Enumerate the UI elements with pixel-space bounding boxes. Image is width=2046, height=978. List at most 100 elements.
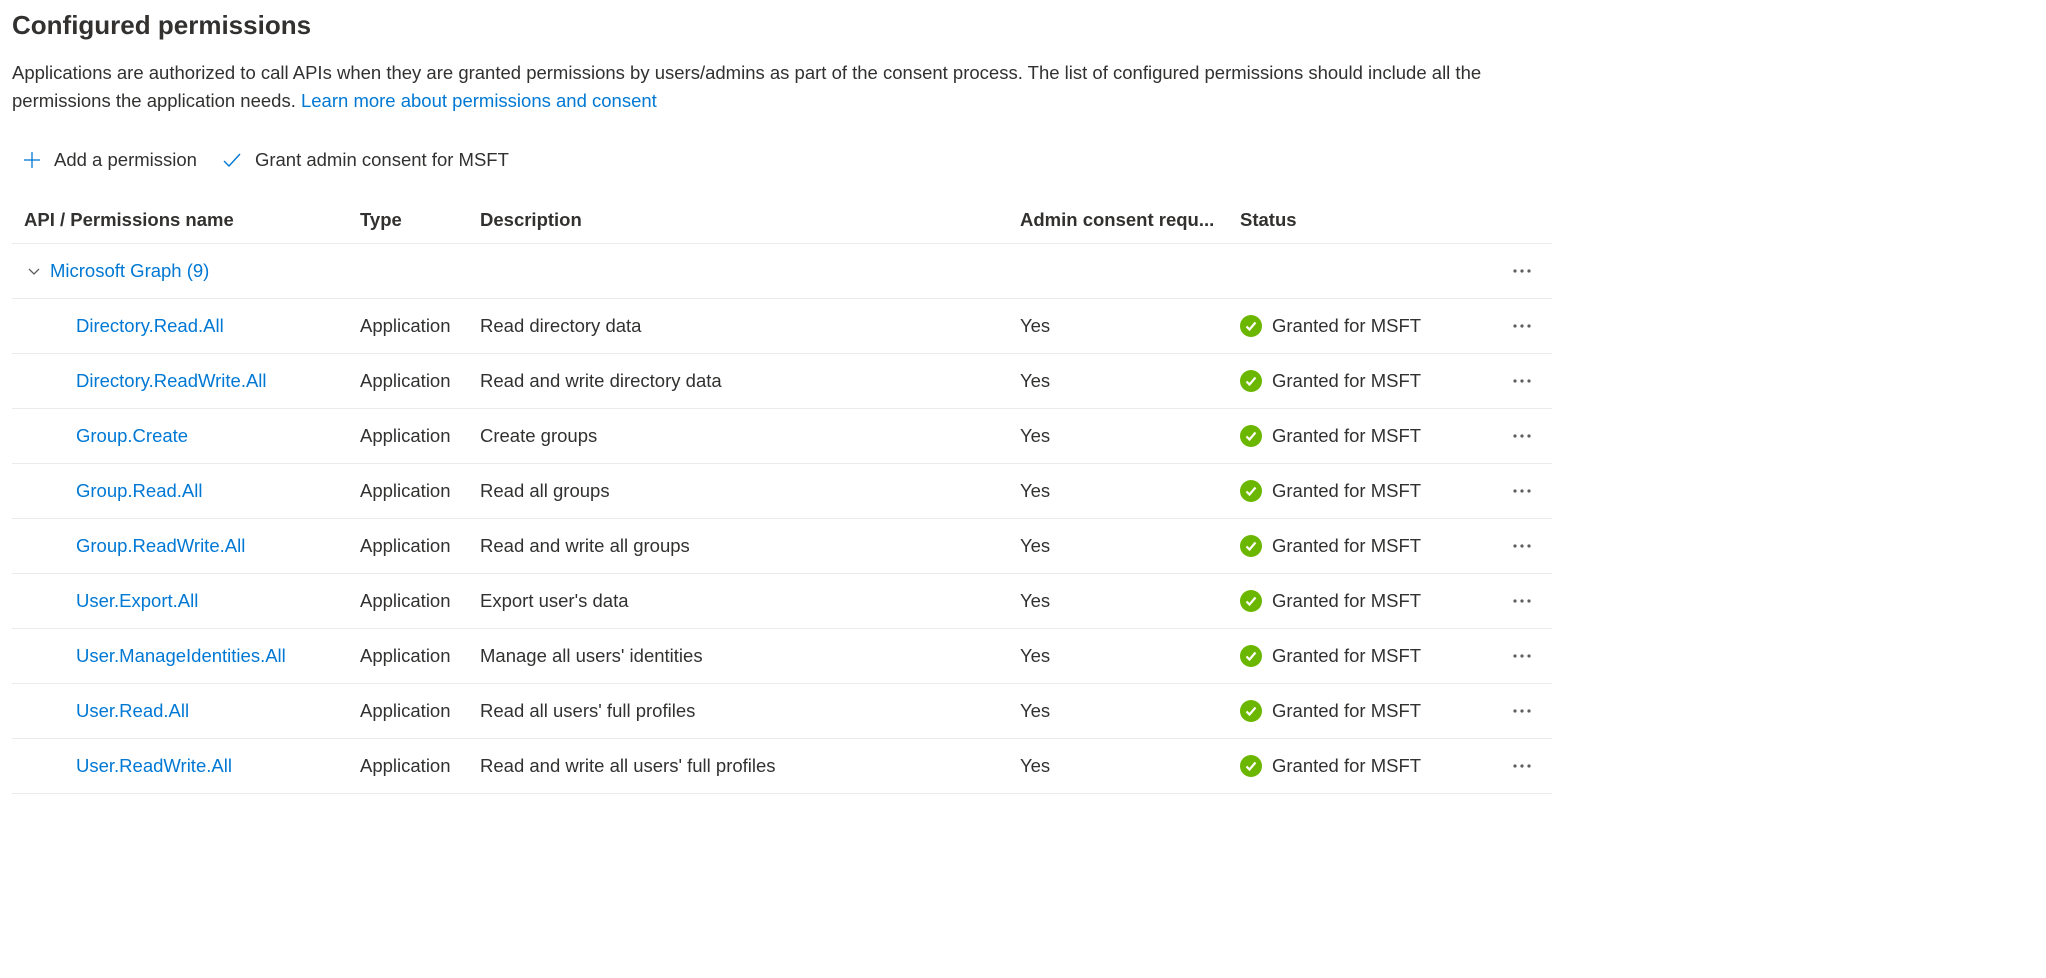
status-granted-icon: [1240, 425, 1262, 447]
table-row: User.Read.All Application Read all users…: [12, 684, 1552, 739]
permission-link[interactable]: Group.Create: [76, 425, 188, 446]
grant-consent-button[interactable]: Grant admin consent for MSFT: [221, 149, 509, 171]
permission-description-cell: Create groups: [472, 423, 1012, 449]
group-more-button[interactable]: [1492, 256, 1552, 286]
permission-description-cell: Export user's data: [472, 588, 1012, 614]
permission-status-cell: Granted for MSFT: [1232, 533, 1492, 559]
permission-type-cell: Application: [352, 643, 472, 669]
toolbar: Add a permission Grant admin consent for…: [12, 149, 2034, 171]
permission-link[interactable]: User.ManageIdentities.All: [76, 645, 286, 666]
row-more-button[interactable]: [1492, 696, 1552, 726]
permission-link[interactable]: Directory.Read.All: [76, 315, 224, 336]
status-text: Granted for MSFT: [1272, 370, 1421, 392]
status-text: Granted for MSFT: [1272, 755, 1421, 777]
permission-name-cell: User.Export.All: [12, 588, 352, 614]
status-granted-icon: [1240, 535, 1262, 557]
table-row: User.ManageIdentities.All Application Ma…: [12, 629, 1552, 684]
header-api[interactable]: API / Permissions name: [12, 205, 352, 235]
permission-description-cell: Read and write all groups: [472, 533, 1012, 559]
permission-admin-cell: Yes: [1012, 643, 1232, 669]
status-granted-icon: [1240, 590, 1262, 612]
permission-link[interactable]: User.Read.All: [76, 700, 189, 721]
permission-link[interactable]: Directory.ReadWrite.All: [76, 370, 267, 391]
permission-status-cell: Granted for MSFT: [1232, 643, 1492, 669]
grant-consent-label: Grant admin consent for MSFT: [255, 149, 509, 171]
permission-description-cell: Read directory data: [472, 313, 1012, 339]
table-row: User.Export.All Application Export user'…: [12, 574, 1552, 629]
permission-admin-cell: Yes: [1012, 588, 1232, 614]
permission-name-cell: Directory.ReadWrite.All: [12, 368, 352, 394]
permission-status-cell: Granted for MSFT: [1232, 588, 1492, 614]
row-more-button[interactable]: [1492, 476, 1552, 506]
status-granted-icon: [1240, 480, 1262, 502]
header-type[interactable]: Type: [352, 205, 472, 235]
permission-link[interactable]: Group.ReadWrite.All: [76, 535, 245, 556]
check-icon: [221, 149, 243, 171]
status-text: Granted for MSFT: [1272, 480, 1421, 502]
page-title: Configured permissions: [12, 10, 2034, 41]
row-more-button[interactable]: [1492, 586, 1552, 616]
page-description: Applications are authorized to call APIs…: [12, 59, 1532, 115]
status-granted-icon: [1240, 700, 1262, 722]
status-text: Granted for MSFT: [1272, 645, 1421, 667]
permission-type-cell: Application: [352, 478, 472, 504]
header-description[interactable]: Description: [472, 205, 1012, 235]
header-admin-consent[interactable]: Admin consent requ...: [1012, 205, 1232, 235]
table-row: Directory.Read.All Application Read dire…: [12, 299, 1552, 354]
group-toggle[interactable]: Microsoft Graph (9): [12, 260, 1492, 282]
group-name: Microsoft Graph (9): [50, 260, 209, 282]
permission-name-cell: Group.Read.All: [12, 478, 352, 504]
table-row: Group.Read.All Application Read all grou…: [12, 464, 1552, 519]
status-granted-icon: [1240, 370, 1262, 392]
permissions-table: API / Permissions name Type Description …: [12, 197, 1552, 794]
permission-link[interactable]: User.ReadWrite.All: [76, 755, 232, 776]
add-permission-button[interactable]: Add a permission: [22, 149, 197, 171]
status-text: Granted for MSFT: [1272, 590, 1421, 612]
permission-type-cell: Application: [352, 753, 472, 779]
status-granted-icon: [1240, 755, 1262, 777]
permission-admin-cell: Yes: [1012, 313, 1232, 339]
permission-type-cell: Application: [352, 533, 472, 559]
permission-name-cell: Group.Create: [12, 423, 352, 449]
row-more-button[interactable]: [1492, 751, 1552, 781]
permission-admin-cell: Yes: [1012, 423, 1232, 449]
permission-admin-cell: Yes: [1012, 533, 1232, 559]
table-row: User.ReadWrite.All Application Read and …: [12, 739, 1552, 794]
permission-description-cell: Read all users' full profiles: [472, 698, 1012, 724]
permission-type-cell: Application: [352, 313, 472, 339]
row-more-button[interactable]: [1492, 311, 1552, 341]
permission-group-header: Microsoft Graph (9): [12, 244, 1552, 299]
table-row: Group.ReadWrite.All Application Read and…: [12, 519, 1552, 574]
status-text: Granted for MSFT: [1272, 700, 1421, 722]
status-granted-icon: [1240, 645, 1262, 667]
row-more-button[interactable]: [1492, 641, 1552, 671]
permission-link[interactable]: Group.Read.All: [76, 480, 202, 501]
permission-description-cell: Read and write directory data: [472, 368, 1012, 394]
permission-status-cell: Granted for MSFT: [1232, 478, 1492, 504]
chevron-down-icon: [26, 263, 42, 279]
permission-description-cell: Read and write all users' full profiles: [472, 753, 1012, 779]
row-more-button[interactable]: [1492, 531, 1552, 561]
permission-type-cell: Application: [352, 588, 472, 614]
permission-name-cell: Directory.Read.All: [12, 313, 352, 339]
permission-link[interactable]: User.Export.All: [76, 590, 198, 611]
permission-name-cell: User.ManageIdentities.All: [12, 643, 352, 669]
row-more-button[interactable]: [1492, 421, 1552, 451]
permission-admin-cell: Yes: [1012, 753, 1232, 779]
permission-type-cell: Application: [352, 423, 472, 449]
permission-name-cell: Group.ReadWrite.All: [12, 533, 352, 559]
permission-admin-cell: Yes: [1012, 698, 1232, 724]
permission-admin-cell: Yes: [1012, 478, 1232, 504]
learn-more-link[interactable]: Learn more about permissions and consent: [301, 90, 657, 111]
permission-type-cell: Application: [352, 368, 472, 394]
permission-status-cell: Granted for MSFT: [1232, 698, 1492, 724]
table-row: Directory.ReadWrite.All Application Read…: [12, 354, 1552, 409]
description-text: Applications are authorized to call APIs…: [12, 62, 1481, 111]
status-text: Granted for MSFT: [1272, 425, 1421, 447]
permission-status-cell: Granted for MSFT: [1232, 423, 1492, 449]
add-permission-label: Add a permission: [54, 149, 197, 171]
header-status[interactable]: Status: [1232, 205, 1492, 235]
plus-icon: [22, 150, 42, 170]
permission-status-cell: Granted for MSFT: [1232, 368, 1492, 394]
row-more-button[interactable]: [1492, 366, 1552, 396]
